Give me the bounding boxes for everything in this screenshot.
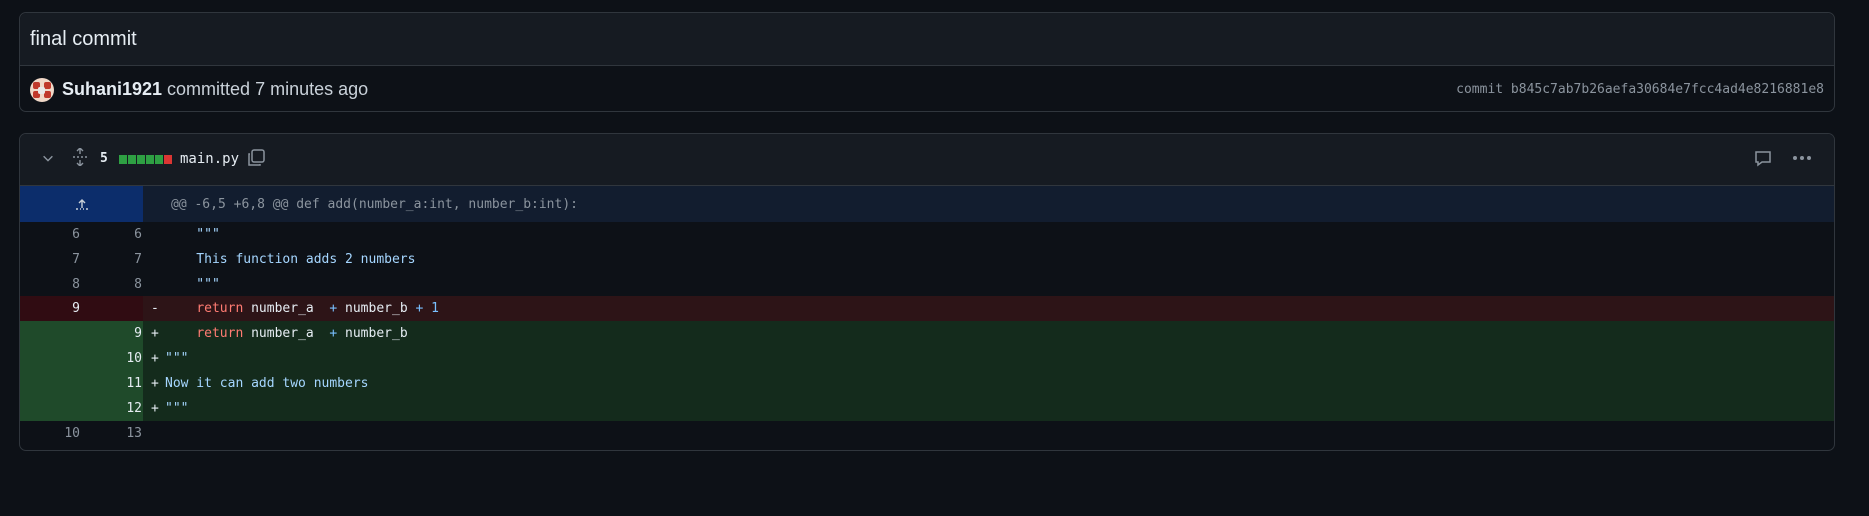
- code-token: number_a: [243, 326, 330, 341]
- new-line-number[interactable]: 7: [84, 252, 146, 267]
- code-token: +: [329, 301, 338, 316]
- diff-line: 77 This function adds 2 numbers: [20, 247, 1834, 272]
- expand-up-icon[interactable]: [20, 186, 143, 222]
- new-line-number[interactable]: 8: [84, 277, 146, 292]
- old-line-number[interactable]: 8: [20, 277, 84, 292]
- code-token: """: [165, 276, 220, 292]
- diff-line: 10 13: [20, 421, 1834, 446]
- code-line: - return number_a + number_b + 1: [143, 296, 1834, 321]
- code-token: return: [196, 326, 244, 341]
- commit-meta: Suhani1921 committed 7 minutes ago commi…: [20, 66, 1834, 113]
- diff-line: 9 + return number_a + number_b: [20, 321, 1834, 346]
- code-token: number_b: [337, 301, 416, 316]
- code-token: """: [165, 351, 189, 366]
- diffstat-bar: [119, 155, 172, 164]
- code-token: + 1: [415, 301, 439, 316]
- commit-title: final commit: [30, 27, 137, 50]
- commit-title-bar: final commit: [20, 13, 1834, 66]
- code-line: + """: [143, 396, 1834, 421]
- code-token: Now it can add two numbers: [165, 376, 369, 391]
- new-line-number[interactable]: 9: [84, 326, 146, 341]
- diffstat-block: [146, 155, 154, 164]
- code-token: return: [196, 301, 244, 316]
- diff-table: @@ -6,5 +6,8 @@ def add(number_a:int, nu…: [20, 186, 1834, 446]
- new-line-number[interactable]: 13: [84, 426, 146, 441]
- diffstat-block: [137, 155, 145, 164]
- code-line: """: [143, 222, 1834, 247]
- code-token: This function adds 2 numbers: [165, 252, 416, 267]
- chevron-down-icon[interactable]: [38, 148, 58, 168]
- old-line-number[interactable]: 6: [20, 227, 84, 242]
- diffstat-count: 5: [100, 151, 108, 166]
- diff-line: 9 - return number_a + number_b + 1: [20, 296, 1834, 321]
- new-line-number[interactable]: 10: [84, 351, 146, 366]
- diff-line: 88 """: [20, 272, 1834, 296]
- diffstat-block: [119, 155, 127, 164]
- code-token: number_b: [337, 326, 408, 341]
- author-link[interactable]: Suhani1921: [62, 79, 162, 100]
- code-token: number_a: [243, 301, 330, 316]
- code-line: + """: [143, 346, 1834, 371]
- diff-lines: 66 """ 7 7 This function adds 2 numbers 8 8 …: [20, 222, 1834, 446]
- copy-icon[interactable]: [246, 148, 266, 168]
- code-line: """: [143, 272, 1834, 296]
- old-line-number[interactable]: 7: [20, 252, 84, 267]
- new-line-number[interactable]: 11: [84, 376, 146, 391]
- diff-line: 12 + """: [20, 396, 1834, 421]
- old-line-number[interactable]: 10: [20, 426, 84, 441]
- diff-marker: -: [151, 301, 159, 316]
- new-line-number[interactable]: 6: [84, 227, 146, 242]
- commit-header: final commit Suhani1921 committed 7 minu…: [19, 12, 1835, 112]
- diff-line: 66 """: [20, 222, 1834, 247]
- code-token: """: [165, 227, 220, 242]
- hunk-row: @@ -6,5 +6,8 @@ def add(number_a:int, nu…: [20, 186, 1834, 222]
- file-diff: 5 main.py @@ -6,5 +6,8 @@ def add(number…: [19, 133, 1835, 451]
- diffstat-block: [155, 155, 163, 164]
- comment-icon[interactable]: [1752, 148, 1774, 168]
- diff-marker: +: [151, 351, 159, 366]
- code-line: + Now it can add two numbers: [143, 371, 1834, 396]
- kebab-icon[interactable]: [1790, 148, 1814, 168]
- diffstat-block: [164, 155, 172, 164]
- diffstat-block: [128, 155, 136, 164]
- code-line: + return number_a + number_b: [143, 321, 1834, 346]
- commit-time: committed 7 minutes ago: [167, 79, 369, 99]
- code-token: +: [329, 326, 338, 341]
- diff-marker: +: [151, 401, 159, 416]
- diff-line: 11 + Now it can add two numbers: [20, 371, 1834, 396]
- commit-sha: commit b845c7ab7b26aefa30684e7fcc4ad4e82…: [1456, 82, 1824, 97]
- new-line-number[interactable]: 12: [84, 401, 146, 416]
- code-line: This function adds 2 numbers: [143, 247, 1834, 272]
- old-line-number[interactable]: 9: [20, 301, 84, 316]
- file-name[interactable]: main.py: [180, 151, 239, 167]
- code-token: """: [165, 401, 189, 416]
- diff-line: 10 + """: [20, 346, 1834, 371]
- diff-marker: +: [151, 376, 159, 391]
- diff-marker: +: [151, 326, 159, 341]
- avatar[interactable]: [30, 77, 54, 102]
- file-header: 5 main.py: [20, 134, 1834, 186]
- hunk-header: @@ -6,5 +6,8 @@ def add(number_a:int, nu…: [143, 186, 1834, 222]
- unfold-icon[interactable]: [70, 146, 90, 168]
